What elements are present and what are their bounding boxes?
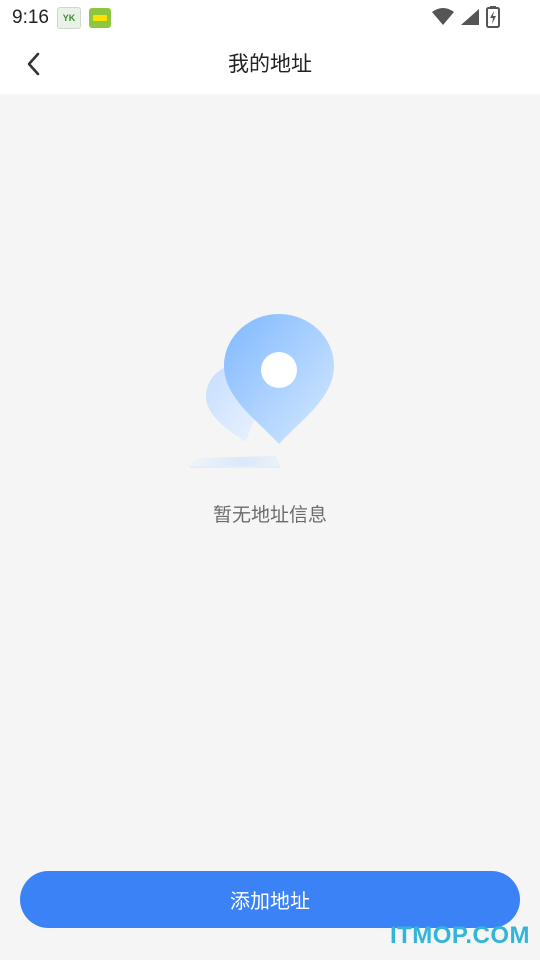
empty-state-illustration: [180, 306, 360, 476]
back-button[interactable]: [16, 46, 52, 82]
green-app-icon: [88, 8, 111, 28]
watermark: ITMOP.COM: [389, 922, 530, 949]
cellular-signal-icon: [461, 9, 479, 25]
status-bar: 9:16 YK: [0, 0, 540, 36]
app-header: 我的地址: [0, 36, 540, 94]
system-icons: [432, 6, 500, 28]
location-pin-icon: [184, 314, 334, 468]
wifi-icon: [432, 8, 454, 25]
yk-app-icon: YK: [56, 7, 81, 29]
battery-charging-icon: [486, 6, 500, 28]
empty-state-message: 暂无地址信息: [212, 504, 327, 526]
status-time: 9:16: [12, 7, 49, 28]
page-title: 我的地址: [228, 52, 312, 76]
add-address-button[interactable]: 添加地址: [20, 871, 520, 928]
chevron-left-icon: [27, 52, 40, 76]
